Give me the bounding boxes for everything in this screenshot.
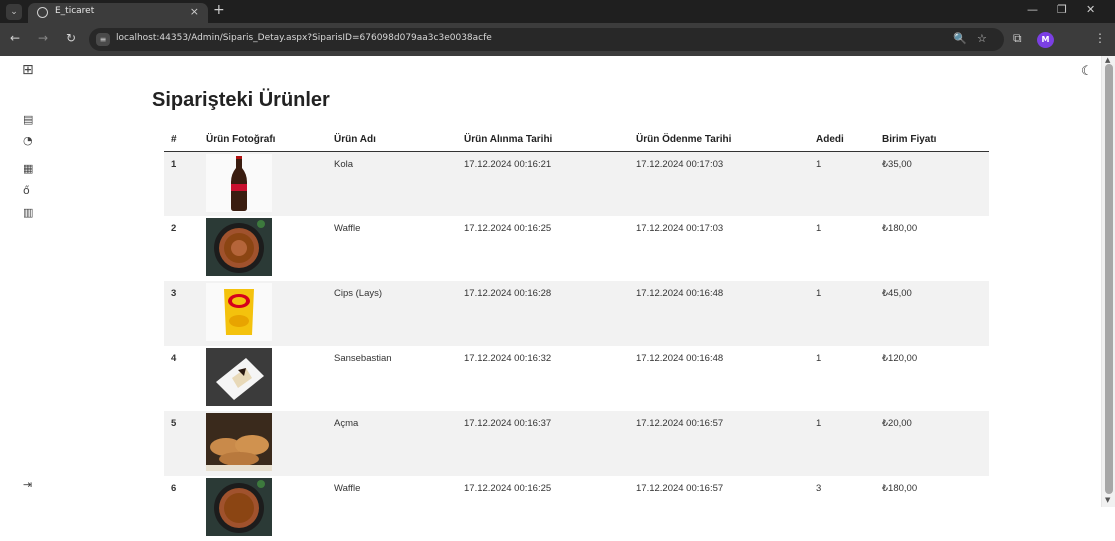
quantity: 1	[809, 281, 875, 346]
browser-tab[interactable]: E_ticaret ×	[28, 3, 208, 23]
scroll-up-icon[interactable]: ▲	[1105, 56, 1110, 64]
profile-avatar[interactable]: M	[1037, 32, 1054, 48]
tab-close-icon[interactable]: ×	[190, 5, 199, 18]
forward-icon[interactable]: →	[38, 31, 48, 45]
product-photo-cell	[199, 281, 327, 346]
paid-date: 17.12.2024 00:16:57	[629, 476, 809, 541]
admin-sidebar: ⊞ ▤ ◔ ▦ ő ▥ ⇥	[0, 56, 64, 507]
address-bar: ← → ↻ ≡ localhost:44353/Admin/Siparis_De…	[0, 23, 1115, 56]
glasses-icon[interactable]: ő	[23, 184, 30, 197]
product-photo	[206, 478, 272, 536]
row-number: 1	[164, 151, 199, 216]
favicon-icon	[37, 7, 48, 18]
col-header-number: #	[164, 128, 199, 152]
row-number: 6	[164, 476, 199, 541]
order-items-table: # Ürün Fotoğrafı Ürün Adı Ürün Alınma Ta…	[164, 128, 989, 541]
unit-price: ₺20,00	[875, 411, 989, 476]
paid-date: 17.12.2024 00:16:48	[629, 281, 809, 346]
paid-date: 17.12.2024 00:17:03	[629, 216, 809, 281]
quantity: 1	[809, 216, 875, 281]
quantity: 1	[809, 411, 875, 476]
table-row: 2 Waffle 17.12.2024 00:16:25 17.12.2024 …	[164, 216, 989, 281]
unit-price: ₺45,00	[875, 281, 989, 346]
table-row: 1 Kola 17.12.2024 00:16:21 17.12.2024 00…	[164, 151, 989, 216]
product-photo	[206, 283, 272, 341]
unit-price: ₺180,00	[875, 476, 989, 541]
product-photo-cell	[199, 346, 327, 411]
gauge-icon[interactable]: ◔	[23, 134, 33, 147]
site-info-icon[interactable]: ≡	[96, 33, 110, 46]
close-window-icon[interactable]: ✕	[1086, 3, 1095, 16]
col-header-unit-price: Birim Fiyatı	[875, 128, 989, 152]
minimize-icon[interactable]: —	[1027, 3, 1038, 16]
restore-icon[interactable]: ❐	[1057, 3, 1067, 16]
row-number: 5	[164, 411, 199, 476]
bought-date: 17.12.2024 00:16:25	[457, 216, 629, 281]
table-row: 3 Cips (Lays) 17.12.2024 00:16:28 17.12.…	[164, 281, 989, 346]
page-title: Siparişteki Ürünler	[152, 89, 330, 111]
product-photo	[206, 153, 272, 212]
scroll-down-icon[interactable]: ▼	[1105, 496, 1110, 504]
browser-menu-icon[interactable]: ⋮	[1094, 31, 1106, 45]
product-photo-cell	[199, 411, 327, 476]
product-name: Waffle	[327, 476, 457, 541]
product-photo	[206, 218, 272, 276]
bought-date: 17.12.2024 00:16:28	[457, 281, 629, 346]
col-header-photo: Ürün Fotoğrafı	[199, 128, 327, 152]
tab-search-icon[interactable]: ⌄	[6, 4, 22, 20]
table-header-row: # Ürün Fotoğrafı Ürün Adı Ürün Alınma Ta…	[164, 128, 989, 152]
quantity: 3	[809, 476, 875, 541]
moon-icon[interactable]: ☾	[1081, 64, 1093, 79]
product-photo-cell	[199, 476, 327, 541]
browser-tab-strip: ⌄ E_ticaret × + — ❐ ✕	[0, 0, 1115, 23]
col-header-quantity: Adedi	[809, 128, 875, 152]
bought-date: 17.12.2024 00:16:21	[457, 151, 629, 216]
bought-date: 17.12.2024 00:16:37	[457, 411, 629, 476]
paid-date: 17.12.2024 00:16:48	[629, 346, 809, 411]
table-row: 4 Sansebastian 17.12.2024 00:16:32 17.12…	[164, 346, 989, 411]
unit-price: ₺35,00	[875, 151, 989, 216]
unit-price: ₺120,00	[875, 346, 989, 411]
table-row: 5 Açma 17.12.2024 00:16:37 17.12.2024 00…	[164, 411, 989, 476]
new-tab-icon[interactable]: +	[213, 2, 225, 18]
scrollbar-thumb[interactable]	[1105, 64, 1113, 494]
tab-title: E_ticaret	[55, 6, 95, 16]
table-icon[interactable]: ▦	[23, 162, 33, 175]
col-header-name: Ürün Adı	[327, 128, 457, 152]
bought-date: 17.12.2024 00:16:25	[457, 476, 629, 541]
col-header-bought-date: Ürün Alınma Tarihi	[457, 128, 629, 152]
quantity: 1	[809, 346, 875, 411]
logout-icon[interactable]: ⇥	[23, 478, 32, 491]
back-icon[interactable]: ←	[10, 31, 20, 45]
page-scrollbar[interactable]: ▲ ▼	[1101, 56, 1115, 507]
row-number: 3	[164, 281, 199, 346]
receipt-icon[interactable]: ▤	[23, 113, 33, 126]
paid-date: 17.12.2024 00:17:03	[629, 151, 809, 216]
url-input[interactable]: ≡ localhost:44353/Admin/Siparis_Detay.as…	[89, 28, 1004, 51]
product-photo	[206, 413, 272, 471]
bought-date: 17.12.2024 00:16:32	[457, 346, 629, 411]
grid-icon[interactable]: ⊞	[22, 62, 34, 78]
table-row: 6 Waffle 17.12.2024 00:16:25 17.12.2024 …	[164, 476, 989, 541]
quantity: 1	[809, 151, 875, 216]
product-photo-cell	[199, 216, 327, 281]
col-header-paid-date: Ürün Ödenme Tarihi	[629, 128, 809, 152]
product-photo-cell	[199, 151, 327, 216]
unit-price: ₺180,00	[875, 216, 989, 281]
product-name: Kola	[327, 151, 457, 216]
product-name: Açma	[327, 411, 457, 476]
paid-date: 17.12.2024 00:16:57	[629, 411, 809, 476]
bookmark-star-icon[interactable]: ☆	[977, 32, 987, 45]
list-icon[interactable]: ▥	[23, 206, 33, 219]
product-name: Waffle	[327, 216, 457, 281]
row-number: 4	[164, 346, 199, 411]
product-name: Cips (Lays)	[327, 281, 457, 346]
reload-icon[interactable]: ↻	[66, 31, 76, 45]
product-photo	[206, 348, 272, 406]
product-name: Sansebastian	[327, 346, 457, 411]
url-text[interactable]: localhost:44353/Admin/Siparis_Detay.aspx…	[116, 33, 492, 43]
extensions-icon[interactable]: ⧉	[1013, 31, 1022, 46]
row-number: 2	[164, 216, 199, 281]
zoom-icon[interactable]: 🔍	[953, 32, 967, 45]
